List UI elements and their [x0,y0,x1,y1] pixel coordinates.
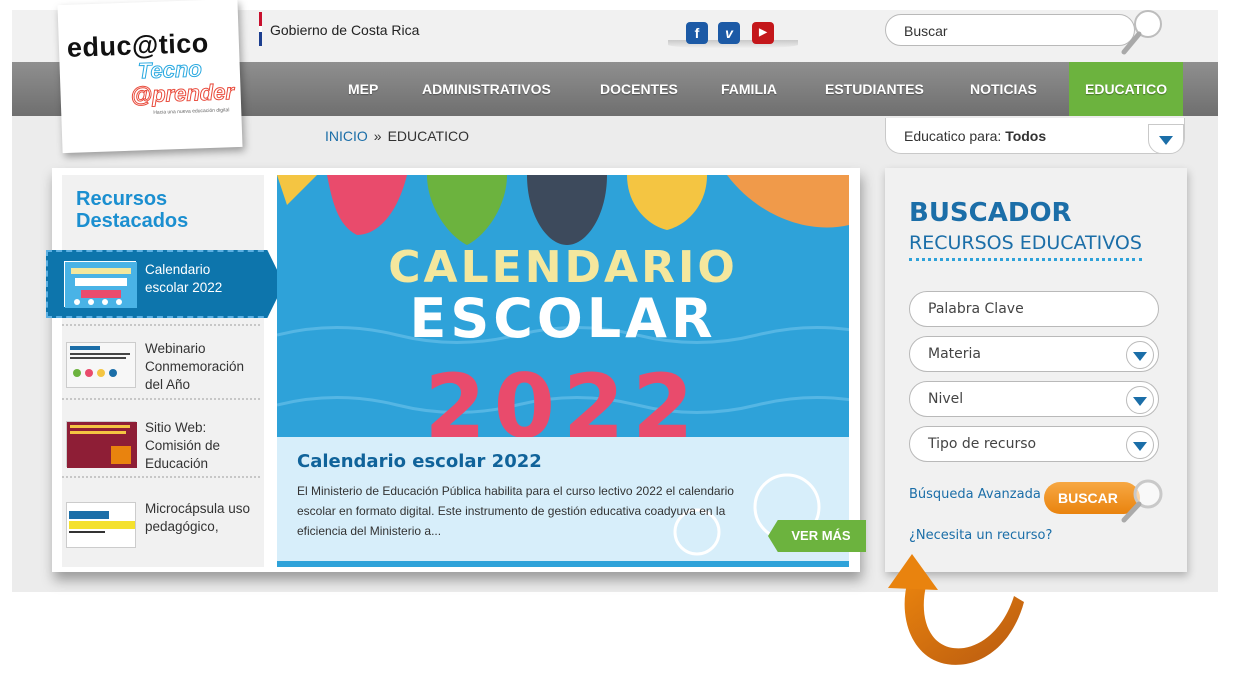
buscador-title: BUSCADOR [909,198,1072,228]
list-item-line: escolar 2022 [145,280,223,295]
list-item-line: Webinario [145,341,206,356]
list-divider [62,398,260,400]
search-icon[interactable] [1120,8,1166,56]
featured-title-line1: Recursos [76,188,168,210]
tipo-select[interactable]: Tipo de recurso [909,426,1159,462]
vimeo-icon[interactable]: v [718,22,740,44]
list-item-thumbnail[interactable] [66,342,136,388]
header-search-input[interactable]: Buscar [885,14,1135,46]
social-links: f v ▶ [668,18,798,48]
audience-label-group: Educatico para: Todos [904,128,1046,144]
youtube-icon[interactable]: ▶ [752,22,774,44]
list-item-line: Microcápsula uso [145,501,251,516]
chevron-down-icon [1133,397,1147,406]
chevron-down-icon [1133,442,1147,451]
hero-caption: Calendario escolar 2022 El Ministerio de… [277,437,849,567]
breadcrumb-separator: » [373,128,382,144]
keyword-placeholder: Palabra Clave [928,301,1024,317]
webinar-thumb-icon [70,346,130,377]
hero-caption-text: El Ministerio de Educación Pública habil… [297,484,734,538]
logo-aprender: @prender [130,79,235,109]
tipo-value: Tipo de recurso [928,436,1037,452]
curved-arrow-icon [888,554,1024,665]
list-item-line: del Año [145,377,191,392]
nivel-select[interactable]: Nivel [909,381,1159,417]
hero-caption-title[interactable]: Calendario escolar 2022 [297,451,542,472]
buscador-subtitle: RECURSOS EDUCATIVOS [909,232,1142,261]
hero-headline-2: ESCOLAR [409,287,717,350]
materia-select[interactable]: Materia [909,336,1159,372]
microcapsula-thumb-icon [69,511,135,539]
keyword-input[interactable]: Palabra Clave [909,291,1159,327]
list-divider [62,476,260,478]
nav-item-administrativos[interactable]: ADMINISTRATIVOS [422,62,551,116]
page: Gobierno de Costa Rica f v ▶ Buscar MEP … [0,0,1238,685]
list-item-text[interactable]: Sitio Web: Comisión de Educación [145,419,220,473]
materia-value: Materia [928,346,981,362]
list-item-text[interactable]: Webinario Conmemoración del Año [145,340,244,394]
request-resource-link[interactable]: ¿Necesita un recurso? [909,528,1052,543]
costa-rica-flag-icon [259,12,262,52]
advanced-search-link[interactable]: Búsqueda Avanzada [909,487,1041,502]
list-divider [62,324,260,326]
educatico-logo[interactable]: educ@tico Tecno @prender Hacia una nueva… [57,0,243,154]
ver-mas-button[interactable]: VER MÁS [768,520,866,552]
chevron-down-icon [1159,136,1173,145]
list-item-text[interactable]: Microcápsula uso pedagógico, [145,500,250,536]
nav-item-mep[interactable]: MEP [348,62,378,116]
list-item-text[interactable]: Calendario escolar 2022 [145,261,222,297]
website-thumb-icon [67,422,137,468]
nivel-value: Nivel [928,391,964,407]
list-item-line: Sitio Web: [145,420,207,435]
list-item-line: pedagógico, [145,519,219,534]
featured-title-line2: Destacados [76,210,189,232]
breadcrumb-home-link[interactable]: INICIO [325,128,368,144]
audience-label: Educatico para: [904,128,1002,144]
nav-item-noticias[interactable]: NOTICIAS [970,62,1037,116]
breadcrumb: INICIO » EDUCATICO [325,128,469,144]
nav-item-familia[interactable]: FAMILIA [721,62,777,116]
audience-value: Todos [1005,128,1047,144]
logo-tagline: Hacia una nueva educación digital [153,107,230,116]
materia-dropdown-button[interactable] [1126,341,1154,369]
audience-select[interactable]: Educatico para: Todos [885,118,1185,154]
list-item-line: Comisión de [145,438,221,453]
breadcrumb-current: EDUCATICO [387,128,469,144]
list-item-line: Conmemoración [145,359,245,374]
hero-banner[interactable]: CALENDARIO ESCOLAR 2022 Calendario escol… [277,175,849,567]
list-item-line: Calendario [145,262,211,277]
list-item-thumbnail[interactable] [66,502,136,548]
nav-item-estudiantes[interactable]: ESTUDIANTES [825,62,924,116]
facebook-icon[interactable]: f [686,22,708,44]
magnifier-icon[interactable] [1112,476,1166,526]
list-item-thumbnail[interactable] [66,421,137,468]
hero-bottom-bar [277,561,849,567]
chevron-down-icon [1133,352,1147,361]
gov-link[interactable]: Gobierno de Costa Rica [270,22,419,38]
calendar-thumb-icon [65,262,137,308]
header-search-placeholder: Buscar [904,23,948,39]
hero-headline-1: CALENDARIO [388,242,738,293]
audience-dropdown-button[interactable] [1148,124,1184,154]
list-item-thumbnail[interactable] [64,261,137,308]
nav-item-docentes[interactable]: DOCENTES [600,62,678,116]
tipo-dropdown-button[interactable] [1126,431,1154,459]
list-item-line: Educación [145,456,209,471]
nav-item-educatico[interactable]: EDUCATICO [1069,62,1184,116]
featured-title: Recursos Destacados [76,188,188,232]
nivel-dropdown-button[interactable] [1126,386,1154,414]
